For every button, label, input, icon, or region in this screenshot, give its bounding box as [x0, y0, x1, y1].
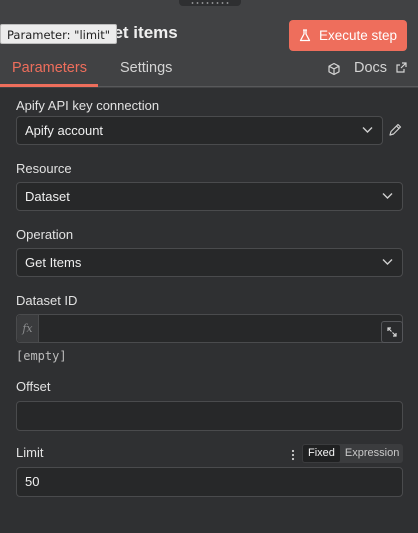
resource-value: Dataset	[25, 189, 70, 204]
dataset-id-input[interactable]: fx	[16, 314, 403, 343]
credential-select[interactable]: Apify account	[16, 116, 383, 145]
flask-icon	[299, 29, 311, 42]
active-tab-indicator	[0, 84, 98, 87]
execute-step-label: Execute step	[318, 28, 398, 43]
parameter-tooltip: Parameter: "limit"	[0, 24, 118, 44]
operation-select[interactable]: Get Items	[16, 248, 403, 277]
parameters-form: Apify API key connection Apify account R…	[0, 88, 418, 533]
tab-settings[interactable]: Settings	[120, 60, 172, 76]
chevron-down-icon	[382, 259, 393, 265]
credential-label: Apify API key connection	[16, 98, 160, 113]
operation-label: Operation	[16, 227, 74, 242]
tab-bar: Parameters Settings Docs	[0, 58, 418, 87]
offset-label: Offset	[16, 379, 51, 394]
offset-input[interactable]	[16, 401, 403, 431]
expand-editor-button[interactable]	[381, 321, 403, 343]
toggle-expression[interactable]: Expression	[340, 445, 404, 462]
credential-value: Apify account	[25, 123, 104, 138]
chevron-down-icon	[382, 193, 393, 199]
chevron-down-icon	[362, 127, 373, 133]
execute-step-button[interactable]: Execute step	[289, 20, 407, 51]
drag-dots-icon	[190, 1, 230, 5]
limit-input[interactable]: 50	[16, 467, 403, 497]
dataset-id-label: Dataset ID	[16, 293, 78, 308]
kebab-icon[interactable]	[291, 449, 295, 461]
operation-value: Get Items	[25, 255, 82, 270]
expand-icon	[387, 327, 397, 337]
fx-expression-icon[interactable]: fx	[17, 315, 39, 342]
fixed-expression-toggle: Fixed Expression	[302, 444, 403, 463]
resource-label: Resource	[16, 161, 72, 176]
dataset-id-empty-hint: [empty]	[16, 349, 67, 363]
panel-header: Get dataset items Parameter: "limit" Exe…	[0, 6, 418, 58]
toggle-fixed[interactable]: Fixed	[303, 445, 340, 462]
pencil-icon[interactable]	[388, 123, 402, 137]
limit-label: Limit	[16, 445, 44, 460]
tab-parameters[interactable]: Parameters	[12, 60, 87, 76]
tab-docs[interactable]: Docs	[354, 60, 387, 76]
limit-value: 50	[25, 474, 40, 489]
resource-select[interactable]: Dataset	[16, 182, 403, 211]
external-link-icon[interactable]	[396, 62, 407, 73]
node-parameters-panel: Get dataset items Parameter: "limit" Exe…	[0, 0, 418, 533]
cube-icon	[328, 62, 340, 76]
